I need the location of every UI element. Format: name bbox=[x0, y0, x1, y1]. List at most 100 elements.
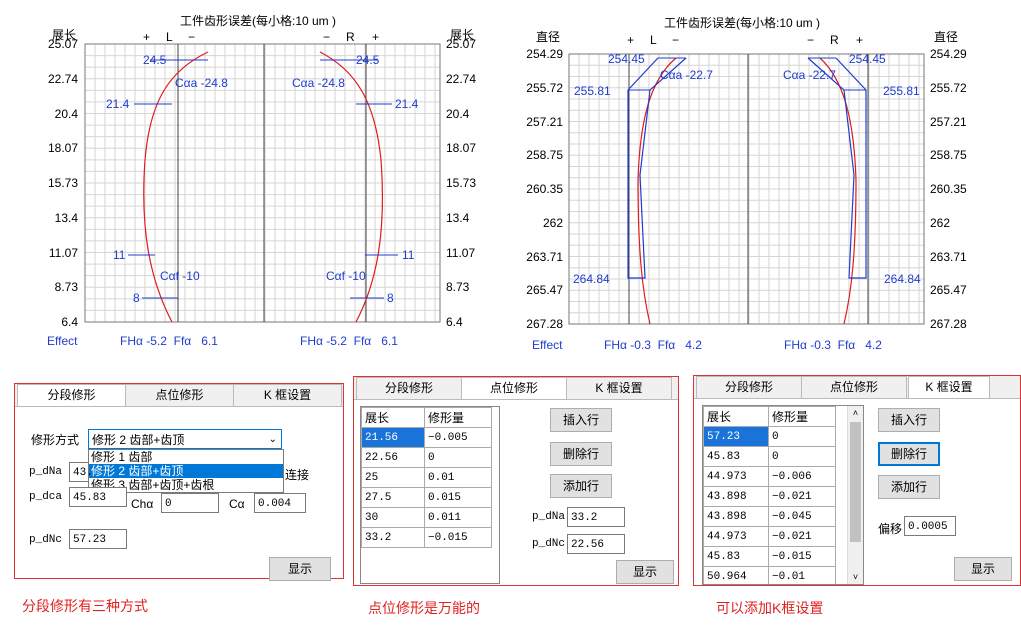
show-button[interactable]: 显示 bbox=[954, 557, 1012, 581]
mode-option[interactable]: 修形 1 齿部 bbox=[89, 450, 283, 464]
table-cell[interactable]: 21.56 bbox=[361, 427, 425, 448]
table-cell[interactable]: −0.01 bbox=[768, 566, 836, 584]
caption-k-frame: 可以添加K框设置 bbox=[716, 600, 824, 616]
tab-k-frame[interactable]: K 框设置 bbox=[908, 376, 990, 399]
table-cell[interactable]: 44.973 bbox=[703, 526, 769, 547]
table-cell[interactable]: 57.23 bbox=[703, 426, 769, 447]
table-cell[interactable]: −0.015 bbox=[424, 527, 492, 548]
ch-alpha-field[interactable]: 0 bbox=[161, 493, 219, 513]
table-row[interactable]: 21.56 −0.005 bbox=[361, 427, 492, 448]
p-dca-field[interactable]: 45.83 bbox=[69, 487, 127, 507]
insert-row-button[interactable]: 插入行 bbox=[878, 408, 940, 432]
show-button[interactable]: 显示 bbox=[616, 560, 674, 584]
table-row[interactable]: 45.83 0 bbox=[703, 446, 836, 467]
tab-point-modify[interactable]: 点位修形 bbox=[125, 384, 234, 406]
right-flank-stats: FHα -0.3 Ffα 4.2 bbox=[784, 338, 882, 352]
table-cell[interactable]: −0.045 bbox=[768, 506, 836, 527]
table-row[interactable]: 27.5 0.015 bbox=[361, 487, 492, 508]
table-cell[interactable]: 50.964 bbox=[703, 566, 769, 584]
marker-label: 21.4 bbox=[106, 97, 130, 111]
table-scrollbar[interactable]: ˄ ˅ bbox=[847, 406, 863, 584]
table-row[interactable]: 22.56 0 bbox=[361, 447, 492, 468]
mode-option[interactable]: 修形 2 齿部+齿顶 bbox=[89, 464, 283, 478]
tab-k-frame[interactable]: K 框设置 bbox=[233, 384, 342, 406]
marker-label: 254.45 bbox=[608, 52, 645, 66]
p-dna-field[interactable]: 33.2 bbox=[567, 507, 625, 527]
y-tick-label: 265.47 bbox=[930, 283, 967, 298]
insert-row-button[interactable]: 插入行 bbox=[550, 408, 612, 432]
point-table[interactable]: 展长 修形量 21.56 −0.005 22.56 0 25 0.01 27.5 0.0… bbox=[360, 406, 500, 584]
cαf-label: Cαf -10 bbox=[160, 269, 200, 283]
tab-segment-modify[interactable]: 分段修形 bbox=[17, 384, 126, 407]
y-tick-label: 18.07 bbox=[47, 141, 78, 156]
table-cell[interactable]: 22.56 bbox=[361, 447, 425, 468]
table-row[interactable]: 57.23 0 bbox=[703, 426, 836, 447]
tab-k-frame[interactable]: K 框设置 bbox=[566, 377, 672, 399]
p-dnc-field[interactable]: 22.56 bbox=[567, 534, 625, 554]
left-profile-chart: 工件齿形误差(每小格:10 um ) 展长 展长 + L − − R + 25.… bbox=[0, 0, 500, 360]
scroll-down-icon[interactable]: ˅ bbox=[848, 570, 863, 584]
y-tick-label: 6.4 bbox=[446, 315, 463, 329]
p-dnc-label: p_dNc bbox=[29, 534, 63, 546]
table-cell[interactable]: −0.015 bbox=[768, 546, 836, 567]
k-frame-panel: 分段修形 点位修形 K 框设置 展长 修形量 57.23 0 45.83 0 44.… bbox=[693, 375, 1021, 586]
show-button[interactable]: 显示 bbox=[269, 557, 331, 581]
table-cell[interactable]: 33.2 bbox=[361, 527, 425, 548]
table-cell[interactable]: 30 bbox=[361, 507, 425, 528]
p-dna-field[interactable]: 43. bbox=[69, 462, 93, 482]
table-cell[interactable]: 0.015 bbox=[424, 487, 492, 508]
scroll-up-icon[interactable]: ˄ bbox=[848, 406, 863, 420]
scroll-thumb[interactable] bbox=[850, 422, 861, 542]
table-cell[interactable]: 0 bbox=[768, 446, 836, 467]
table-cell[interactable]: 44.973 bbox=[703, 466, 769, 487]
add-row-button[interactable]: 添加行 bbox=[550, 474, 612, 498]
table-cell[interactable]: −0.021 bbox=[768, 526, 836, 547]
table-row[interactable]: 43.898 −0.021 bbox=[703, 486, 836, 507]
table-cell[interactable]: 43.898 bbox=[703, 506, 769, 527]
table-row[interactable]: 30 0.011 bbox=[361, 507, 492, 528]
offset-field[interactable]: 0.0005 bbox=[904, 516, 956, 536]
table-row[interactable]: 45.83 −0.015 bbox=[703, 546, 836, 567]
table-cell[interactable]: 0.01 bbox=[424, 467, 492, 488]
tab-segment-modify[interactable]: 分段修形 bbox=[696, 376, 802, 398]
table-cell[interactable]: 43.898 bbox=[703, 486, 769, 507]
tab-segment-modify[interactable]: 分段修形 bbox=[356, 377, 462, 399]
add-row-button[interactable]: 添加行 bbox=[878, 475, 940, 499]
column-header: 修形量 bbox=[424, 407, 492, 428]
tab-bar: 分段修形 点位修形 K 框设置 bbox=[15, 384, 343, 407]
tab-point-modify[interactable]: 点位修形 bbox=[461, 377, 567, 400]
k-frame-table[interactable]: 展长 修形量 57.23 0 45.83 0 44.973 −0.006 43.898… bbox=[702, 405, 864, 585]
table-cell[interactable]: −0.006 bbox=[768, 466, 836, 487]
column-header: 修形量 bbox=[768, 406, 836, 427]
caption-segment: 分段修形有三种方式 bbox=[22, 598, 148, 614]
column-header: 展长 bbox=[703, 406, 769, 427]
table-row[interactable]: 25 0.01 bbox=[361, 467, 492, 488]
marker-label: 264.84 bbox=[573, 272, 610, 286]
table-row[interactable]: 44.973 −0.021 bbox=[703, 526, 836, 547]
cαa-label: Cαa -24.8 bbox=[175, 76, 228, 90]
table-cell[interactable]: 0 bbox=[768, 426, 836, 447]
table-row[interactable]: 50.964 −0.01 bbox=[703, 566, 836, 584]
y-tick-label: 15.73 bbox=[446, 176, 477, 190]
table-row[interactable]: 44.973 −0.006 bbox=[703, 466, 836, 487]
marker-label: 255.81 bbox=[574, 84, 611, 98]
mode-select[interactable]: 修形 2 齿部+齿顶 ⌄ bbox=[88, 429, 282, 449]
table-cell[interactable]: −0.005 bbox=[424, 427, 492, 448]
delete-row-button[interactable]: 删除行 bbox=[550, 442, 612, 466]
table-cell[interactable]: 0.011 bbox=[424, 507, 492, 528]
table-cell[interactable]: 45.83 bbox=[703, 546, 769, 567]
c-alpha-field[interactable]: 0.004 bbox=[254, 493, 306, 513]
delete-row-button[interactable]: 删除行 bbox=[878, 442, 940, 466]
mode-select-value: 修形 2 齿部+齿顶 bbox=[92, 433, 185, 447]
table-row[interactable]: 33.2 −0.015 bbox=[361, 527, 492, 548]
table-cell[interactable]: 45.83 bbox=[703, 446, 769, 467]
left-flank-stats: FHα -0.3 Ffα 4.2 bbox=[604, 338, 702, 352]
table-row[interactable]: 43.898 −0.045 bbox=[703, 506, 836, 527]
table-cell[interactable]: 25 bbox=[361, 467, 425, 488]
table-cell[interactable]: 0 bbox=[424, 447, 492, 468]
table-cell[interactable]: 27.5 bbox=[361, 487, 425, 508]
y-tick-label: 25.07 bbox=[446, 37, 477, 51]
tab-point-modify[interactable]: 点位修形 bbox=[801, 376, 907, 398]
table-cell[interactable]: −0.021 bbox=[768, 486, 836, 507]
p-dnc-field[interactable]: 57.23 bbox=[69, 529, 127, 549]
